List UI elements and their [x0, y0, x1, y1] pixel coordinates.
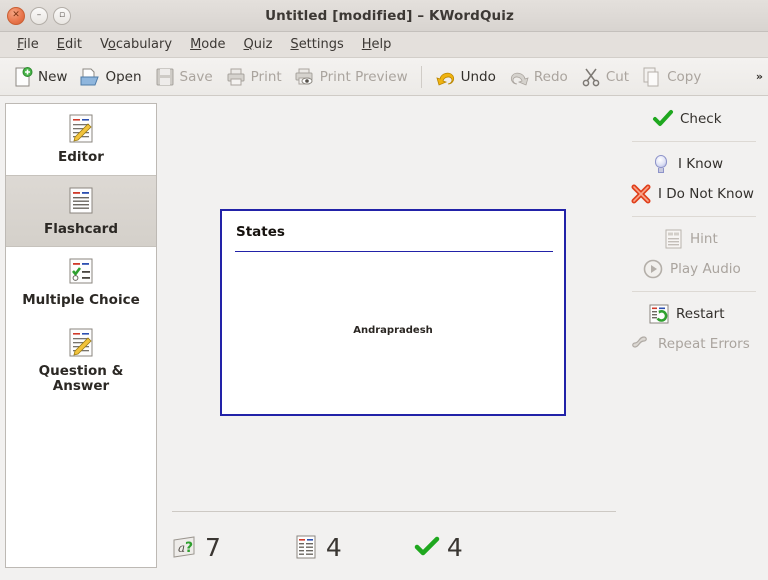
toolbar-button-print[interactable]: Print: [219, 64, 288, 90]
menu-quiz[interactable]: Quiz: [235, 34, 282, 55]
menu-file[interactable]: FFileile: [8, 34, 48, 55]
action-label-check: Check: [680, 111, 722, 127]
lightbulb-icon: [650, 153, 672, 175]
action-i-do-not-know[interactable]: I Do Not Know: [620, 179, 768, 209]
menu-mode[interactable]: Mode: [181, 34, 234, 55]
play-circle-icon: [642, 258, 664, 280]
toolbar-label-save: Save: [179, 68, 213, 85]
repeat-errors-icon: [630, 333, 652, 355]
toolbar-button-new[interactable]: New: [6, 64, 73, 90]
toolbar-label-new: New: [38, 68, 68, 85]
action-i-know[interactable]: I Know: [620, 149, 768, 179]
sidebar-label-question-answer: Question & Answer: [38, 363, 124, 395]
flashcard-answer-text: Andrapradesh: [353, 325, 433, 336]
menu-edit[interactable]: Edit: [48, 34, 91, 55]
print-preview-icon: [294, 66, 316, 88]
open-folder-icon: [79, 66, 101, 88]
sidebar-item-question-answer[interactable]: Question & Answer: [6, 318, 156, 405]
window-controls: ✕ – ▫: [7, 6, 71, 25]
toolbar-label-open: Open: [105, 68, 142, 85]
new-document-icon: [12, 66, 34, 88]
window-title: Untitled [modified] – KWordQuiz: [265, 7, 514, 24]
action-label-play-audio: Play Audio: [670, 261, 741, 277]
flashcard-title: States: [236, 224, 285, 240]
statusbar: a ? 7 4 4: [172, 522, 632, 572]
toolbar-button-cut[interactable]: Cut: [574, 64, 635, 90]
toolbar-button-open[interactable]: Open: [73, 64, 147, 90]
action-play-audio[interactable]: Play Audio: [620, 254, 768, 284]
status-question-count: a ? 7: [172, 534, 221, 560]
toolbar: New Open Save Print Print Preview Undo R…: [0, 58, 768, 96]
question-answer-icon: [64, 326, 98, 360]
status-vocabulary-value: 4: [325, 532, 342, 562]
sidebar-item-flashcard[interactable]: Flashcard: [6, 175, 156, 248]
toolbar-label-print: Print: [250, 68, 282, 85]
toolbar-label-undo: Undo: [460, 68, 496, 85]
statusbar-divider: [172, 511, 616, 512]
action-label-restart: Restart: [676, 306, 725, 322]
quiz-actions-panel: Check I Know I Do Not Know Hint Play Aud…: [620, 96, 768, 500]
restart-icon: [648, 303, 670, 325]
action-repeat-errors[interactable]: Repeat Errors: [620, 329, 768, 359]
maximize-icon[interactable]: ▫: [53, 6, 71, 25]
toolbar-label-print-preview: Print Preview: [319, 68, 408, 85]
menubar: FFileile Edit Vocabulary Mode Quiz Setti…: [0, 32, 768, 58]
flashcard-icon: [64, 184, 98, 218]
toolbar-button-copy[interactable]: Copy: [635, 64, 707, 90]
editor-icon: [64, 112, 98, 146]
actions-separator-2: [632, 216, 756, 217]
action-check[interactable]: Check: [620, 104, 768, 134]
action-restart[interactable]: Restart: [620, 299, 768, 329]
status-correct-count: 4: [414, 534, 463, 560]
menu-settings[interactable]: Settings: [281, 34, 352, 55]
menu-vocabulary[interactable]: Vocabulary: [91, 34, 181, 55]
printer-icon: [225, 66, 247, 88]
minimize-icon[interactable]: –: [30, 6, 48, 25]
sidebar-item-multiple-choice[interactable]: Multiple Choice: [6, 247, 156, 319]
status-question-value: 7: [205, 532, 221, 562]
close-icon[interactable]: ✕: [7, 6, 25, 25]
vocabulary-list-icon: [293, 534, 319, 560]
flashcard-panel[interactable]: States Andrapradesh: [220, 209, 566, 416]
sidebar-item-editor[interactable]: Editor: [6, 104, 156, 176]
copy-pages-icon: [641, 66, 663, 88]
action-label-i-do-not-know: I Do Not Know: [658, 186, 754, 202]
window-titlebar: ✕ – ▫ Untitled [modified] – KWordQuiz: [0, 0, 768, 32]
red-cross-icon: [630, 183, 652, 205]
action-label-hint: Hint: [690, 231, 718, 247]
floppy-disk-icon: [154, 66, 176, 88]
toolbar-label-copy: Copy: [667, 68, 702, 85]
green-check-icon: [652, 108, 674, 130]
green-check-icon: [414, 534, 440, 560]
status-vocabulary-count: 4: [293, 534, 342, 560]
action-label-i-know: I Know: [678, 156, 723, 172]
toolbar-label-cut: Cut: [605, 68, 630, 85]
actions-separator-1: [632, 141, 756, 142]
status-correct-value: 4: [446, 532, 463, 562]
toolbar-separator: [420, 65, 422, 88]
undo-arrow-icon: [435, 66, 457, 88]
hint-document-icon: [662, 228, 684, 250]
toolbar-button-redo[interactable]: Redo: [502, 64, 574, 90]
toolbar-overflow-button[interactable]: »: [756, 70, 763, 83]
actions-separator-3: [632, 291, 756, 292]
scissors-icon: [580, 66, 602, 88]
redo-arrow-icon: [508, 66, 530, 88]
action-label-repeat-errors: Repeat Errors: [658, 336, 750, 352]
flashcard-divider: [235, 251, 553, 252]
toolbar-label-redo: Redo: [533, 68, 568, 85]
toolbar-button-undo[interactable]: Undo: [429, 64, 502, 90]
action-hint[interactable]: Hint: [620, 224, 768, 254]
mode-sidebar: Editor Flashcard Multiple Choice Questio…: [5, 103, 157, 568]
question-card-icon: a ?: [172, 534, 198, 560]
sidebar-label-multiple-choice: Multiple Choice: [22, 292, 140, 309]
multiple-choice-icon: [64, 255, 98, 289]
menu-help[interactable]: Help: [353, 34, 401, 55]
sidebar-label-flashcard: Flashcard: [43, 221, 119, 238]
svg-text:?: ?: [185, 540, 193, 556]
toolbar-button-print-preview[interactable]: Print Preview: [288, 64, 414, 90]
sidebar-label-editor: Editor: [58, 149, 104, 165]
toolbar-button-save[interactable]: Save: [148, 64, 219, 90]
